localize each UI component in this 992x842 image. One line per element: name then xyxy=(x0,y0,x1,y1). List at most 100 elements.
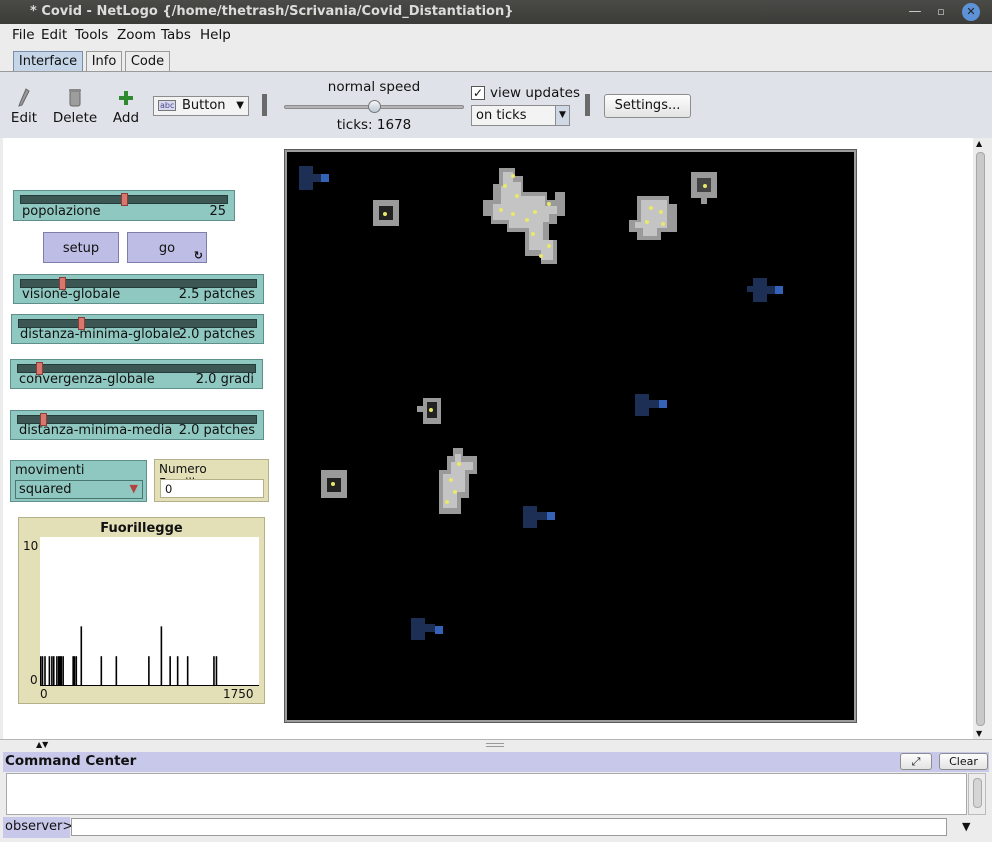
distanza-minima-media-slider[interactable]: distanza-minima-media 2.0 patches xyxy=(10,410,264,440)
distanza-minima-globale-slider[interactable]: distanza-minima-globale 2.0 patches xyxy=(11,314,264,344)
dropdown-arrow-icon: ▼ xyxy=(236,100,244,111)
y-tick-label: 0 xyxy=(30,673,38,687)
add-tool[interactable]: Add xyxy=(110,86,142,126)
setup-button[interactable]: setup xyxy=(43,232,119,263)
scrollbar-thumb[interactable] xyxy=(973,778,982,808)
agent-cluster xyxy=(439,448,477,514)
speed-slider[interactable] xyxy=(284,100,464,113)
forever-icon: ↻ xyxy=(193,249,203,262)
output-scrollbar[interactable] xyxy=(968,773,986,815)
slider-label: popolazione xyxy=(22,204,101,219)
chooser-value-box[interactable]: squared ▼ xyxy=(15,480,143,499)
menu-bar: File Edit Tools Zoom Tabs Help xyxy=(0,24,992,46)
plus-icon xyxy=(119,91,133,105)
slider-label: distanza-minima-media xyxy=(19,423,173,438)
close-icon[interactable]: ✕ xyxy=(962,3,980,21)
command-center-header: Command Center ⤢ Clear xyxy=(3,752,989,772)
slider-value: 2.0 patches xyxy=(178,423,255,438)
popolazione-slider[interactable]: popolazione 25 xyxy=(13,190,235,221)
agent-cluster xyxy=(629,196,677,240)
expand-icon[interactable]: ⤢ xyxy=(900,753,932,770)
slider-label: convergenza-globale xyxy=(19,372,155,387)
slider-label: visione-globale xyxy=(22,287,121,302)
plot-title: Fuorillegge xyxy=(100,521,183,536)
x-tick-label: 0 xyxy=(40,687,48,701)
command-output xyxy=(6,773,967,815)
widget-type-value: Button xyxy=(182,98,226,113)
command-input[interactable] xyxy=(71,818,947,836)
agent-prompt-selector[interactable]: observer> xyxy=(3,817,73,838)
menu-zoom[interactable]: Zoom xyxy=(117,27,156,43)
go-button[interactable]: go ↻ xyxy=(127,232,207,263)
settings-button[interactable]: Settings... xyxy=(604,94,691,118)
blue-agent xyxy=(299,166,329,190)
maximize-icon[interactable]: ▫ xyxy=(932,3,950,21)
movimenti-chooser[interactable]: movimenti squared ▼ xyxy=(10,460,147,502)
x-tick-label: 1750 xyxy=(223,687,254,701)
minimize-icon[interactable]: — xyxy=(906,3,924,21)
command-center-title: Command Center xyxy=(5,753,137,769)
scroll-up-icon[interactable]: ▲ xyxy=(976,139,982,148)
history-dropdown-icon[interactable]: ▼ xyxy=(962,820,970,833)
scrollbar-thumb[interactable] xyxy=(976,152,985,726)
blue-agent xyxy=(747,278,783,302)
clear-button[interactable]: Clear xyxy=(939,753,988,770)
dropdown-arrow-icon: ▼ xyxy=(555,106,569,125)
window-title: * Covid - NetLogo {/home/thetrash/Scriva… xyxy=(30,4,514,19)
plot-canvas xyxy=(40,537,259,686)
scroll-down-icon[interactable]: ▼ xyxy=(976,729,982,738)
slider-value: 2.0 gradi xyxy=(195,372,254,387)
slider-handle[interactable] xyxy=(120,193,128,206)
add-label: Add xyxy=(112,110,140,126)
blue-agent xyxy=(411,618,443,640)
menu-tools[interactable]: Tools xyxy=(75,27,108,43)
convergenza-globale-slider[interactable]: convergenza-globale 2.0 gradi xyxy=(10,359,263,389)
update-mode-select[interactable]: on ticks ▼ xyxy=(471,105,570,126)
ticks-counter: ticks: 1678 xyxy=(336,117,412,133)
menu-file[interactable]: File xyxy=(12,27,35,43)
speed-label: normal speed xyxy=(327,79,421,95)
tab-info[interactable]: Info xyxy=(86,51,122,72)
chooser-label: movimenti xyxy=(15,463,85,478)
toolbar-separator xyxy=(262,94,267,116)
splitter[interactable]: ▲▼ xyxy=(0,739,992,752)
slider-label: distanza-minima-globale xyxy=(20,327,181,342)
menu-edit[interactable]: Edit xyxy=(41,27,67,43)
view-updates-label: view updates xyxy=(490,85,580,101)
tab-code[interactable]: Code xyxy=(125,51,170,72)
blue-agent xyxy=(523,506,555,528)
title-bar: * Covid - NetLogo {/home/thetrash/Scriva… xyxy=(0,0,992,24)
trash-icon xyxy=(69,89,81,107)
delete-tool[interactable]: Delete xyxy=(52,86,98,126)
monitor-value: 0 xyxy=(160,479,264,498)
interface-scrollbar[interactable]: ▲ ▼ xyxy=(973,138,989,739)
world-view[interactable] xyxy=(284,149,857,723)
collapse-arrows-icon[interactable]: ▲▼ xyxy=(36,740,48,749)
fuorillegge-plot: Fuorillegge 10 0 0 1750 xyxy=(18,517,265,704)
menu-tabs[interactable]: Tabs xyxy=(161,27,191,43)
edit-tool[interactable]: Edit xyxy=(10,86,38,126)
toolbar: Edit Delete Add abc Button ▼ normal spee… xyxy=(0,72,992,138)
tab-interface[interactable]: Interface xyxy=(13,51,83,72)
world-canvas xyxy=(299,166,783,640)
slider-value: 2.5 patches xyxy=(178,287,255,302)
toolbar-separator xyxy=(585,94,590,116)
y-tick-label: 10 xyxy=(23,539,39,553)
widget-type-select[interactable]: abc Button ▼ xyxy=(153,96,249,116)
agent-cluster xyxy=(483,168,565,264)
chooser-value: squared xyxy=(19,482,72,497)
menu-help[interactable]: Help xyxy=(200,27,231,43)
update-mode-value: on ticks xyxy=(476,108,527,123)
edit-label: Edit xyxy=(10,110,38,126)
pencil-icon xyxy=(18,88,30,107)
visione-globale-slider[interactable]: visione-globale 2.5 patches xyxy=(13,274,264,304)
speed-slider-knob[interactable] xyxy=(368,100,381,113)
numero-fuorilleggi-monitor: Numero Fuorilleg... 0 xyxy=(154,459,269,502)
dropdown-arrow-icon: ▼ xyxy=(129,482,138,495)
view-updates-checkbox[interactable]: ✓ xyxy=(471,86,485,100)
blue-agent xyxy=(635,394,667,416)
tab-bar: Interface Info Code xyxy=(0,46,992,72)
splitter-grip-icon[interactable] xyxy=(486,743,504,747)
button-widget-icon: abc xyxy=(158,100,177,111)
delete-label: Delete xyxy=(52,110,98,126)
